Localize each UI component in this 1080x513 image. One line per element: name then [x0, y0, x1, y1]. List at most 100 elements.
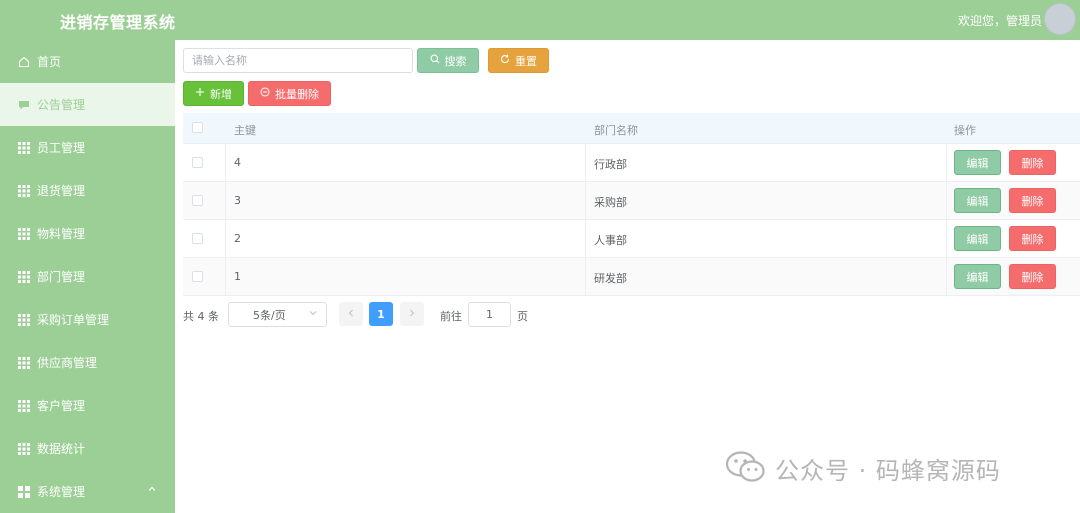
edit-button[interactable]: 编辑	[954, 150, 1001, 175]
goto-label: 前往	[440, 310, 462, 323]
sidebar-item-departments[interactable]: 部门管理	[0, 255, 175, 298]
avatar[interactable]	[1044, 3, 1076, 35]
prev-page-button[interactable]	[339, 302, 363, 326]
search-input[interactable]	[183, 48, 413, 73]
delete-button[interactable]: 删除	[1009, 264, 1056, 289]
edit-button[interactable]: 编辑	[954, 188, 1001, 213]
chevron-right-icon	[407, 307, 417, 321]
table-row: 3 采购部 编辑 删除	[183, 182, 1080, 220]
table-row: 2 人事部 编辑 删除	[183, 220, 1080, 258]
column-divider	[946, 258, 947, 296]
sidebar-item-system[interactable]: 系统管理	[0, 470, 175, 513]
grid-icon	[18, 356, 30, 369]
edit-button[interactable]: 编辑	[954, 226, 1001, 251]
edit-button[interactable]: 编辑	[954, 264, 1001, 289]
sidebar-item-label: 采购订单管理	[37, 313, 110, 327]
sidebar-item-label: 首页	[37, 55, 62, 69]
search-icon	[430, 54, 440, 67]
top-header: 进销存管理系统 欢迎您，管理员	[0, 0, 1080, 40]
chevron-down-icon	[308, 308, 318, 321]
row-checkbox[interactable]	[192, 233, 203, 244]
cell-id: 4	[234, 156, 241, 169]
column-divider	[946, 220, 947, 258]
search-button-label: 搜索	[444, 54, 467, 68]
add-button[interactable]: 新增	[183, 81, 244, 106]
delete-button[interactable]: 删除	[1009, 188, 1056, 213]
column-header-actions: 操作	[954, 124, 976, 137]
cell-department-name: 研发部	[594, 272, 627, 285]
menu-icon	[18, 485, 30, 498]
batch-delete-button-label: 批量删除	[275, 87, 319, 101]
sidebar-item-label: 退货管理	[37, 184, 86, 198]
sidebar-item-materials[interactable]: 物料管理	[0, 212, 175, 255]
grid-icon	[18, 270, 30, 283]
next-page-button[interactable]	[400, 302, 424, 326]
sidebar-item-purchase-orders[interactable]: 采购订单管理	[0, 298, 175, 341]
select-all-checkbox[interactable]	[192, 122, 203, 133]
table-header: 主键 部门名称 操作	[183, 113, 1080, 144]
sidebar-item-statistics[interactable]: 数据统计	[0, 427, 175, 470]
page-suffix: 页	[517, 310, 528, 323]
column-divider	[225, 144, 226, 182]
app-title: 进销存管理系统	[60, 13, 176, 32]
delete-button[interactable]: 删除	[1009, 150, 1056, 175]
welcome-text: 欢迎您，管理员	[957, 14, 1042, 28]
sidebar-item-label: 系统管理	[37, 485, 86, 499]
reset-button-label: 重置	[515, 54, 537, 68]
page-size-select[interactable]: 5条/页	[228, 302, 327, 327]
page-size-value: 5条/页	[253, 308, 286, 322]
page-number-button[interactable]: 1	[369, 302, 393, 326]
grid-icon	[18, 442, 30, 455]
pagination-total: 共 4 条	[183, 310, 219, 323]
sidebar-item-employees[interactable]: 员工管理	[0, 126, 175, 169]
refresh-icon	[500, 54, 510, 67]
sidebar-item-announcements[interactable]: 公告管理	[0, 83, 175, 126]
table-row: 1 研发部 编辑 删除	[183, 258, 1080, 296]
chevron-up-icon	[147, 484, 157, 497]
sidebar-item-suppliers[interactable]: 供应商管理	[0, 341, 175, 384]
sidebar-item-label: 客户管理	[37, 399, 86, 413]
plus-icon	[195, 87, 205, 100]
column-divider	[585, 220, 586, 258]
delete-button[interactable]: 删除	[1009, 226, 1056, 251]
column-header-id: 主键	[234, 124, 256, 137]
sidebar-item-home[interactable]: 首页	[0, 40, 175, 83]
column-divider	[225, 220, 226, 258]
column-divider	[585, 182, 586, 220]
watermark-text: 公众号 · 码蜂窝源码	[775, 457, 1001, 485]
cell-department-name: 行政部	[594, 158, 627, 171]
cell-id: 3	[234, 194, 241, 207]
chevron-left-icon	[346, 307, 356, 321]
row-checkbox[interactable]	[192, 195, 203, 206]
column-divider	[225, 182, 226, 220]
grid-icon	[18, 227, 30, 240]
column-divider	[946, 144, 947, 182]
minus-circle-icon	[260, 87, 270, 100]
column-divider	[585, 258, 586, 296]
grid-icon	[18, 184, 30, 197]
batch-delete-button[interactable]: 批量删除	[248, 81, 331, 106]
column-divider	[946, 182, 947, 220]
row-checkbox[interactable]	[192, 157, 203, 168]
sidebar-item-label: 数据统计	[37, 442, 86, 456]
column-divider	[225, 258, 226, 296]
grid-icon	[18, 141, 30, 154]
cell-id: 1	[234, 270, 241, 283]
sidebar-item-label: 部门管理	[37, 270, 86, 284]
sidebar-item-customers[interactable]: 客户管理	[0, 384, 175, 427]
reset-button[interactable]: 重置	[488, 48, 549, 73]
cell-department-name: 采购部	[594, 196, 627, 209]
home-icon	[18, 56, 30, 68]
sidebar-item-label: 公告管理	[37, 98, 86, 112]
add-button-label: 新增	[210, 87, 232, 101]
cell-department-name: 人事部	[594, 234, 627, 247]
grid-icon	[18, 399, 30, 412]
search-button[interactable]: 搜索	[417, 48, 479, 73]
sidebar-item-label: 员工管理	[37, 141, 86, 155]
row-checkbox[interactable]	[192, 271, 203, 282]
goto-page-input[interactable]	[468, 302, 511, 327]
sidebar-item-returns[interactable]: 退货管理	[0, 169, 175, 212]
wechat-icon	[725, 450, 767, 487]
column-divider	[585, 144, 586, 182]
sidebar-item-label: 供应商管理	[37, 356, 98, 370]
